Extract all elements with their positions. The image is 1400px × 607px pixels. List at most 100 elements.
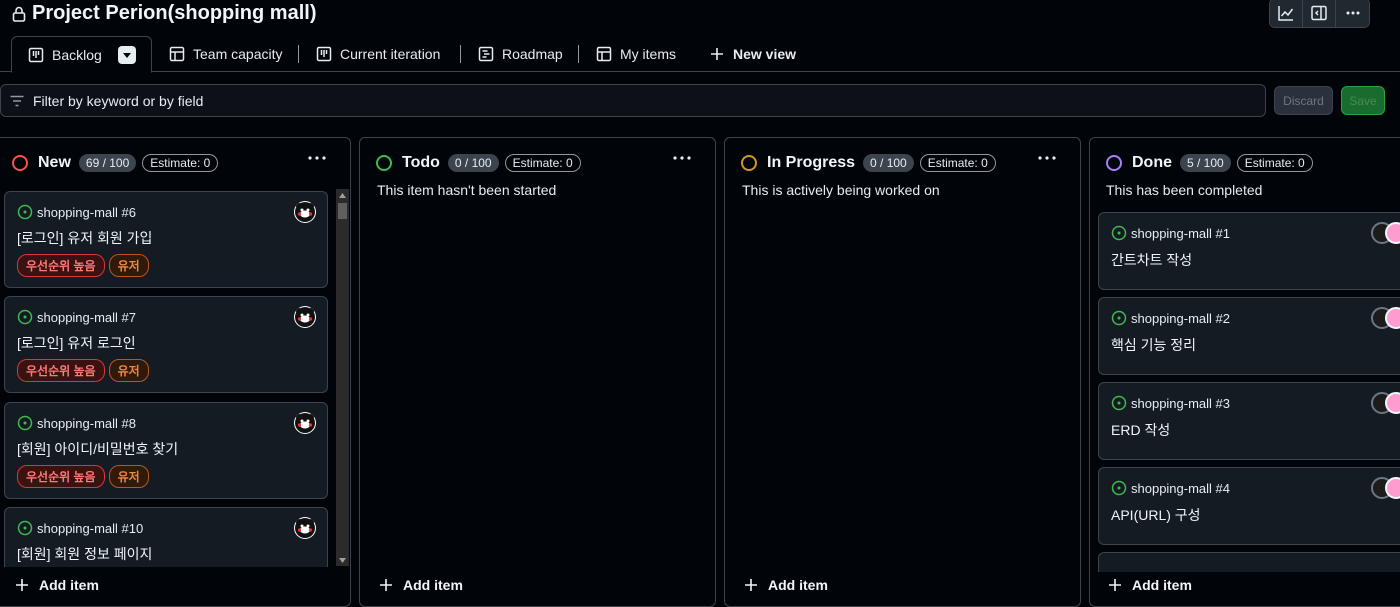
issue-reference-text: shopping-mall #3 xyxy=(1131,395,1231,411)
avatar xyxy=(1385,477,1400,499)
column-scrollbar[interactable] xyxy=(336,189,349,566)
column-description: This has been completed xyxy=(1106,182,1263,198)
scrollbar-thumb[interactable] xyxy=(338,203,347,219)
tab-team-capacity[interactable]: Team capacity xyxy=(169,36,282,72)
column-done: Done 5 / 100 Estimate: 0 This has been c… xyxy=(1089,137,1400,607)
assignee-avatar[interactable] xyxy=(294,412,316,434)
assignee-avatar[interactable] xyxy=(294,306,316,328)
status-circle-icon xyxy=(1106,155,1122,171)
kebab-horizontal-icon xyxy=(1038,156,1056,160)
issue-reference: shopping-mall #10 xyxy=(17,520,143,536)
assignee-avatar[interactable] xyxy=(294,517,316,539)
tab-my-items[interactable]: My items xyxy=(596,36,676,72)
estimate-badge: Estimate: 0 xyxy=(919,154,996,172)
column-title: New xyxy=(38,154,71,171)
add-item-label: Add item xyxy=(403,577,463,593)
plus-icon xyxy=(745,579,757,591)
issue-opened-icon xyxy=(17,415,33,431)
card-title[interactable]: ERD 작성 xyxy=(1111,420,1170,440)
item-count-badge: 0 / 100 xyxy=(447,154,499,172)
graph-icon xyxy=(1278,6,1294,21)
assignee-avatars[interactable] xyxy=(1371,392,1400,414)
tab-current-iteration[interactable]: Current iteration xyxy=(316,36,440,72)
column-title: Done xyxy=(1132,154,1172,171)
kebab-horizontal-icon xyxy=(1346,11,1359,15)
add-item-button[interactable]: Add item xyxy=(379,577,463,593)
assignee-avatars[interactable] xyxy=(1371,307,1400,329)
scroll-up-arrow[interactable] xyxy=(336,189,349,201)
add-item-button[interactable]: Add item xyxy=(1108,577,1192,593)
column-in-progress: In Progress 0 / 100 Estimate: 0 This is … xyxy=(724,137,1081,607)
issue-reference: shopping-mall #4 xyxy=(1111,480,1230,496)
plus-icon xyxy=(380,579,392,591)
estimate-badge: Estimate: 0 xyxy=(504,154,581,172)
column-new: New 69 / 100 Estimate: 0 shopping-mall #… xyxy=(0,137,351,607)
item-card[interactable] xyxy=(1098,552,1400,572)
card-title[interactable]: API(URL) 구성 xyxy=(1111,505,1201,525)
item-card[interactable]: shopping-mall #6 [로그인] 유저 회원 가입 우선순위 높음 … xyxy=(4,191,328,288)
column-header: Todo 0 / 100 Estimate: 0 xyxy=(376,152,581,174)
column-title: In Progress xyxy=(767,154,856,171)
tab-separator xyxy=(578,45,579,63)
add-item-label: Add item xyxy=(39,577,99,593)
column-title: Todo xyxy=(402,154,440,171)
assignee-avatar[interactable] xyxy=(294,201,316,223)
side-panel-button[interactable] xyxy=(1303,0,1336,27)
issue-reference: shopping-mall #2 xyxy=(1111,310,1230,326)
card-title[interactable]: 간트차트 작성 xyxy=(1111,250,1192,270)
item-card[interactable]: shopping-mall #4 API(URL) 구성 xyxy=(1098,467,1400,545)
item-card[interactable]: shopping-mall #7 [로그인] 유저 로그인 우선순위 높음 유저 xyxy=(4,296,328,393)
project-more-button[interactable] xyxy=(1336,0,1369,27)
column-description: This item hasn't been started xyxy=(377,182,557,198)
column-more-button[interactable] xyxy=(305,148,329,168)
project-title: Project Perion(shopping mall) xyxy=(12,2,316,25)
card-title[interactable]: [회원] 회원 정보 페이지 xyxy=(17,544,152,564)
user-label[interactable]: 유저 xyxy=(108,465,149,488)
card-title[interactable]: [로그인] 유저 회원 가입 xyxy=(17,228,152,248)
plus-icon xyxy=(16,579,28,591)
item-card[interactable]: shopping-mall #3 ERD 작성 xyxy=(1098,382,1400,460)
priority-label[interactable]: 우선순위 높음 xyxy=(17,254,105,277)
discard-button[interactable]: Discard xyxy=(1274,86,1333,115)
item-card[interactable]: shopping-mall #10 [회원] 회원 정보 페이지 xyxy=(4,507,328,567)
card-title[interactable]: [회원] 아이디/비밀번호 찾기 xyxy=(17,439,178,459)
add-item-button[interactable]: Add item xyxy=(15,577,99,593)
project-title-text: Project Perion(shopping mall) xyxy=(32,2,317,24)
issue-opened-icon xyxy=(1111,480,1127,496)
item-card[interactable]: shopping-mall #8 [회원] 아이디/비밀번호 찾기 우선순위 높… xyxy=(4,402,328,499)
scroll-down-arrow[interactable] xyxy=(336,554,349,566)
column-description: This is actively being worked on xyxy=(742,182,940,198)
label-list: 우선순위 높음 유저 xyxy=(17,359,149,382)
save-button[interactable]: Save xyxy=(1341,86,1385,115)
tab-options-button[interactable] xyxy=(117,45,136,64)
user-label[interactable]: 유저 xyxy=(108,254,149,277)
column-more-button[interactable] xyxy=(670,148,694,168)
priority-label[interactable]: 우선순위 높음 xyxy=(17,359,105,382)
assignee-avatars[interactable] xyxy=(1371,477,1400,499)
triangle-down-icon xyxy=(122,52,131,58)
assignee-avatars[interactable] xyxy=(1371,222,1400,244)
tab-label: New view xyxy=(733,46,797,62)
tab-backlog[interactable]: Backlog xyxy=(11,36,152,73)
item-count-badge: 0 / 100 xyxy=(863,154,914,172)
label-list: 우선순위 높음 유저 xyxy=(17,254,149,277)
filter-input[interactable]: Filter by keyword or by field xyxy=(0,84,1266,117)
filter-icon xyxy=(10,95,24,106)
label-list: 우선순위 높음 유저 xyxy=(17,465,149,488)
add-item-button[interactable]: Add item xyxy=(744,577,828,593)
item-card[interactable]: shopping-mall #1 간트차트 작성 xyxy=(1098,212,1400,290)
priority-label[interactable]: 우선순위 높음 xyxy=(17,465,105,488)
column-more-button[interactable] xyxy=(1035,148,1059,168)
estimate-badge: Estimate: 0 xyxy=(1236,154,1313,172)
add-item-label: Add item xyxy=(768,577,828,593)
insights-button[interactable] xyxy=(1270,0,1303,27)
board-icon xyxy=(28,47,44,62)
tab-roadmap[interactable]: Roadmap xyxy=(478,36,563,72)
item-card[interactable]: shopping-mall #2 핵심 기능 정리 xyxy=(1098,297,1400,375)
card-title[interactable]: 핵심 기능 정리 xyxy=(1111,335,1196,355)
sidebar-expand-icon xyxy=(1311,5,1327,21)
new-view-button[interactable]: New view xyxy=(709,36,796,72)
board-icon xyxy=(316,46,332,62)
user-label[interactable]: 유저 xyxy=(108,359,149,382)
card-title[interactable]: [로그인] 유저 로그인 xyxy=(17,333,136,353)
